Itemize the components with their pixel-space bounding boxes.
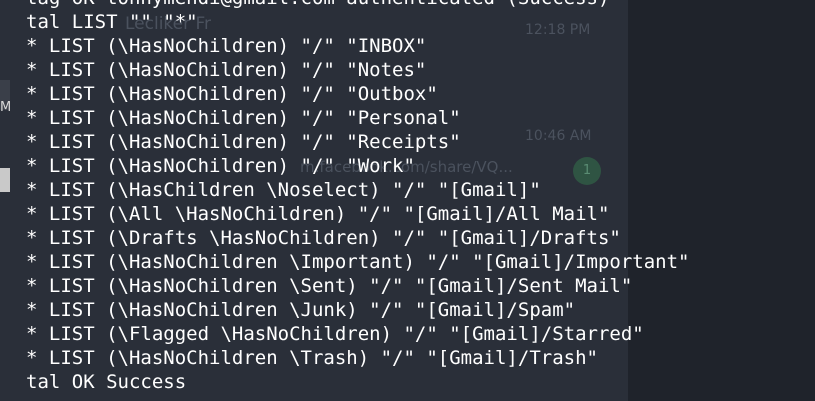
terminal-line: * LIST (\HasNoChildren \Trash) "/" "[Gma… bbox=[26, 347, 598, 369]
terminal-line: * LIST (\HasNoChildren) "/" "Outbox" bbox=[26, 83, 438, 105]
terminal-output: tag OK tonnymendi@gmail.com authenticate… bbox=[26, 0, 815, 394]
terminal-line: * LIST (\HasChildren \Noselect) "/" "[Gm… bbox=[26, 179, 541, 201]
terminal-line: * LIST (\Drafts \HasNoChildren) "/" "[Gm… bbox=[26, 227, 621, 249]
terminal-line: * LIST (\HasNoChildren \Important) "/" "… bbox=[26, 251, 690, 273]
terminal-line: tal OK Success bbox=[26, 371, 187, 393]
terminal-line: tal LIST "" "*" bbox=[26, 11, 198, 33]
terminal-line: * LIST (\HasNoChildren \Junk) "/" "[Gmai… bbox=[26, 299, 576, 321]
terminal-window[interactable]: tag OK tonnymendi@gmail.com authenticate… bbox=[26, 0, 815, 401]
terminal-line: * LIST (\HasNoChildren) "/" "INBOX" bbox=[26, 35, 427, 57]
terminal-line: * LIST (\HasNoChildren) "/" "Notes" bbox=[26, 59, 427, 81]
background-sidebar-strip bbox=[0, 80, 10, 110]
terminal-line: * LIST (\HasNoChildren) "/" "Receipts" bbox=[26, 131, 461, 153]
background-sidebar-letter: M bbox=[0, 100, 12, 115]
terminal-line: tag OK tonnymendi@gmail.com authenticate… bbox=[26, 0, 815, 10]
terminal-line: * LIST (\All \HasNoChildren) "/" "[Gmail… bbox=[26, 203, 610, 225]
background-sidebar-block bbox=[0, 168, 10, 192]
terminal-line: * LIST (\Flagged \HasNoChildren) "/" "[G… bbox=[26, 323, 644, 345]
terminal-prompt-line[interactable] bbox=[26, 394, 815, 401]
terminal-line: * LIST (\HasNoChildren \Sent) "/" "[Gmai… bbox=[26, 275, 633, 297]
terminal-line: * LIST (\HasNoChildren) "/" "Work" bbox=[26, 155, 415, 177]
terminal-line: * LIST (\HasNoChildren) "/" "Personal" bbox=[26, 107, 461, 129]
